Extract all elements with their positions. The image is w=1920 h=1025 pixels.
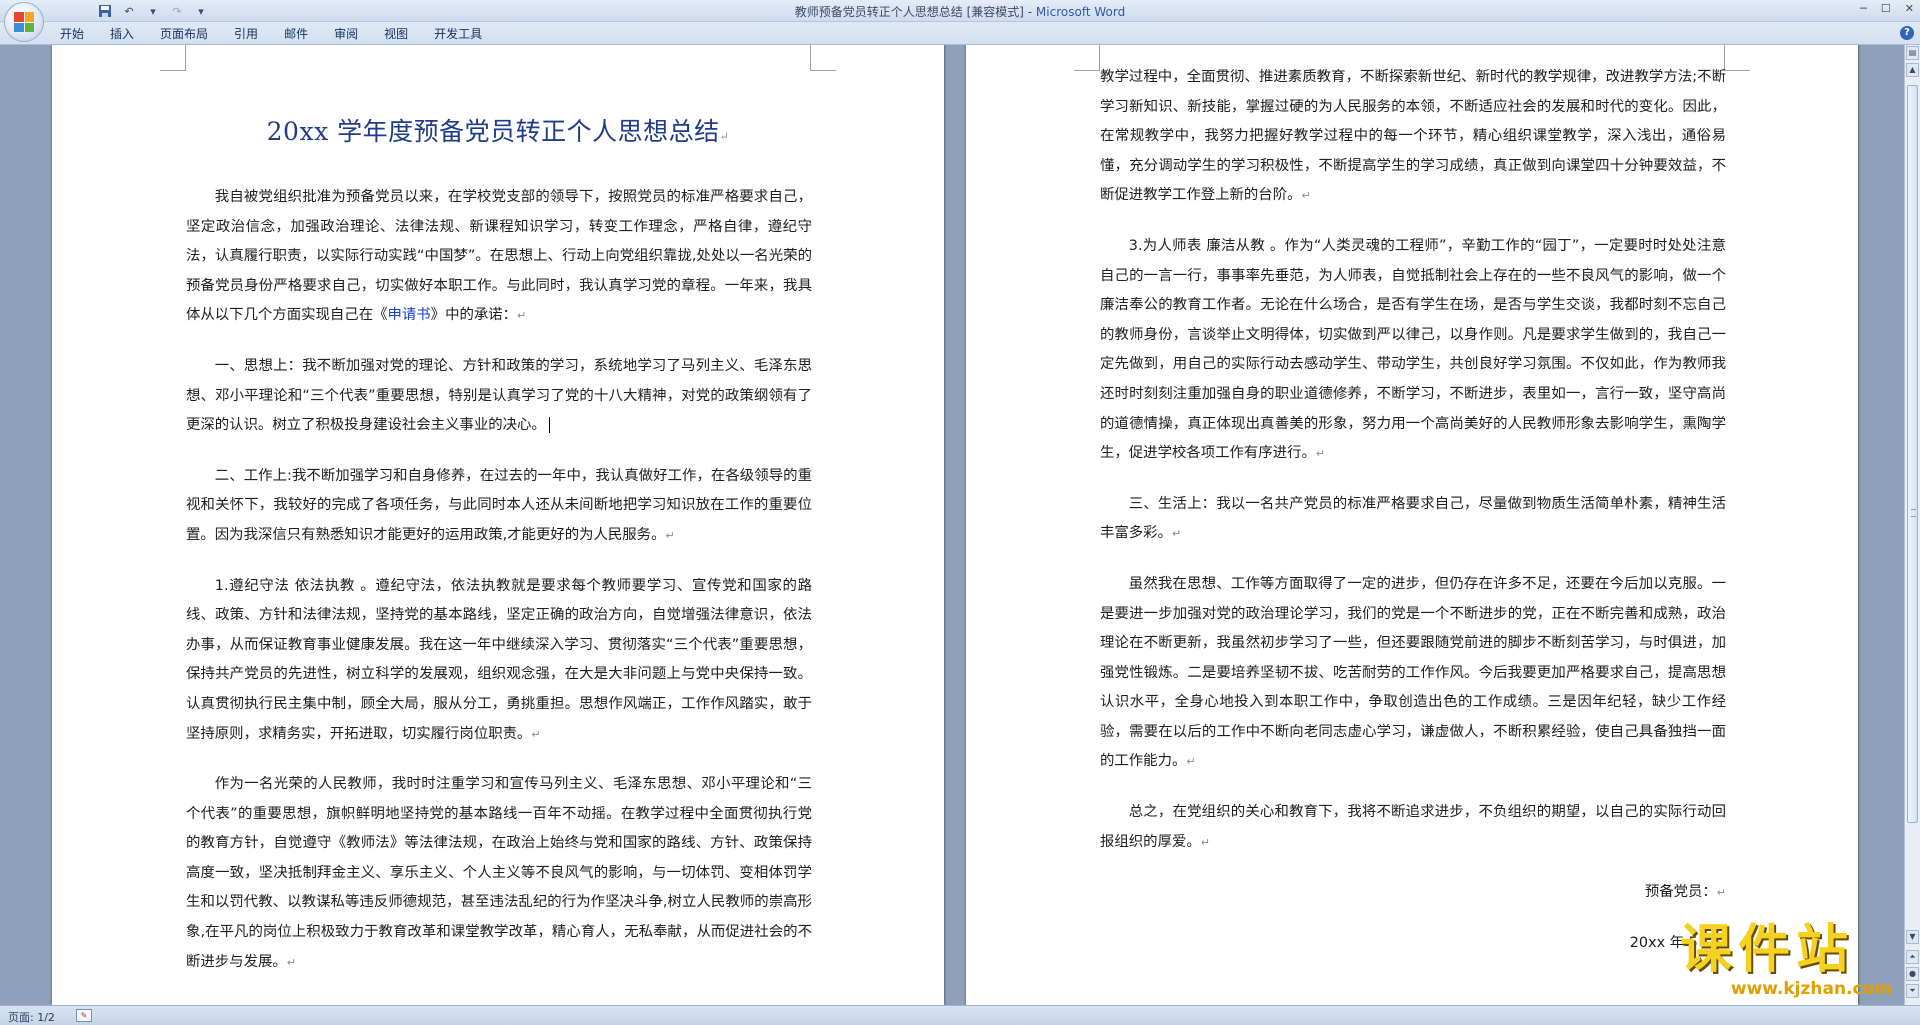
ruler-toggle-icon[interactable]: ▤: [1906, 46, 1919, 60]
ribbon-tab-bar: 开始 插入 页面布局 引用 邮件 审阅 视图 开发工具 ?: [0, 22, 1920, 45]
tab-review[interactable]: 审阅: [326, 26, 376, 42]
paragraph-text: 》中的承诺：: [430, 307, 518, 324]
page-2[interactable]: 教学过程中，全面贯彻、推进素质教育，不断探索新世纪、新时代的教学规律，改进教学方…: [966, 45, 1858, 1005]
office-logo-icon: [14, 12, 34, 32]
paragraph-mark: ↵: [665, 528, 675, 542]
page-count[interactable]: 页面: 1/2: [8, 1009, 55, 1025]
paragraph-text: 我自被党组织批准为预备党员以来，在学校党支部的领导下，按照党员的标准严格要求自己…: [186, 189, 812, 324]
status-bar: 页面: 1/2 ✎: [0, 1005, 1920, 1025]
office-button[interactable]: [4, 2, 44, 42]
paragraph-mark: ↵: [517, 309, 527, 323]
signature-label: 预备党员：: [1644, 884, 1717, 901]
help-icon[interactable]: ?: [1900, 26, 1914, 40]
tab-view[interactable]: 视图: [376, 26, 426, 42]
window-controls: ─ ☐ ✕: [1860, 2, 1914, 15]
paragraph: 作为一名光荣的人民教师，我时时注重学习和宣传马列主义、毛泽东思想、邓小平理论和“…: [186, 770, 812, 977]
paragraph: 教学过程中，全面贯彻、推进素质教育，不断探索新世纪、新时代的教学规律，改进教学方…: [1100, 63, 1726, 211]
paragraph: 总之，在党组织的关心和教育下，我将不断追求进步，不负组织的期望，以自己的实际行动…: [1100, 798, 1726, 857]
application-link[interactable]: 申请书: [387, 307, 430, 323]
document-title: 20xx 学年度预备党员转正个人思想总结↵: [192, 112, 804, 148]
paragraph-mark: ↵: [1716, 886, 1726, 900]
paragraph: 三、生活上：我以一名共产党员的标准严格要求自己，尽量做到物质生活简单朴素，精神生…: [1100, 490, 1726, 549]
kjzhan-watermark-logo: 课件站 www.kjzhan.com: [1680, 921, 1898, 1003]
tab-developer[interactable]: 开发工具: [426, 26, 500, 42]
scroll-thumb[interactable]: [1907, 85, 1918, 823]
paragraph: 1.遵纪守法 依法执教 。遵纪守法，依法执教就是要求每个教师要学习、宣传党和国家…: [186, 572, 812, 750]
watermark-url: www.kjzhan.com: [1730, 979, 1892, 999]
select-browse-object-icon[interactable]: ●: [1906, 967, 1919, 981]
document-name: 教师预备党员转正个人思想总结 [兼容模式] -: [794, 5, 1036, 19]
maximize-icon[interactable]: ☐: [1881, 2, 1891, 15]
right-page-body: 教学过程中，全面贯彻、推进素质教育，不断探索新世纪、新时代的教学规律，改进教学方…: [1100, 63, 1726, 979]
app-name: Microsoft Word: [1035, 5, 1126, 19]
tab-home[interactable]: 开始: [52, 26, 102, 42]
close-icon[interactable]: ✕: [1905, 2, 1914, 15]
paragraph-text: 教学过程中，全面贯彻、推进素质教育，不断探索新世纪、新时代的教学规律，改进教学方…: [1100, 69, 1726, 204]
margin-corner-mark: [810, 45, 836, 71]
paragraph: 虽然我在思想、工作等方面取得了一定的进步，但仍存在许多不足，还要在今后加以克服。…: [1100, 570, 1726, 777]
paragraph: 3.为人师表 廉洁从教 。作为“人类灵魂的工程师”，辛勤工作的“园丁”，一定要时…: [1100, 232, 1726, 469]
signature-line: 预备党员：↵: [1100, 878, 1726, 908]
date-line: 20xx 年 5 月↵: [1100, 929, 1726, 959]
document-workspace: 20xx 学年度预备党员转正个人思想总结↵ 我自被党组织批准为预备党员以来，在学…: [0, 45, 1904, 1005]
scroll-down-icon[interactable]: ▼: [1906, 930, 1919, 944]
paragraph-text: 二、工作上:我不断加强学习和自身修养，在过去的一年中，我认真做好工作，在各级领导…: [186, 467, 812, 543]
paragraph-text: 三、生活上：我以一名共产党员的标准严格要求自己，尽量做到物质生活简单朴素，精神生…: [1100, 495, 1726, 542]
margin-corner-mark: [160, 45, 186, 71]
margin-corner-mark: [1724, 45, 1750, 71]
text-cursor: [548, 417, 550, 434]
minimize-icon[interactable]: ─: [1860, 2, 1867, 15]
paragraph-mark: ↵: [286, 955, 296, 969]
paragraph-text: 作为一名光荣的人民教师，我时时注重学习和宣传马列主义、毛泽东思想、邓小平理论和“…: [186, 776, 812, 970]
left-page-body: 我自被党组织批准为预备党员以来，在学校党支部的领导下，按照党员的标准严格要求自己…: [186, 183, 812, 998]
scroll-up-icon[interactable]: ▲: [1906, 63, 1919, 77]
paragraph-text: 一、思想上：我不断加强对党的理论、方针和政策的学习，系统地学习了马列主义、毛泽东…: [186, 357, 812, 434]
paragraph-text: 总之，在党组织的关心和教育下，我将不断追求进步，不负组织的期望，以自己的实际行动…: [1100, 804, 1726, 850]
tab-insert[interactable]: 插入: [102, 26, 152, 42]
scroll-grip-icon: [1911, 509, 1916, 517]
paragraph-text: 虽然我在思想、工作等方面取得了一定的进步，但仍存在许多不足，还要在今后加以克服。…: [1100, 575, 1726, 770]
window-title: 教师预备党员转正个人思想总结 [兼容模式] - Microsoft Word: [0, 3, 1920, 20]
page-1[interactable]: 20xx 学年度预备党员转正个人思想总结↵ 我自被党组织批准为预备党员以来，在学…: [52, 45, 944, 1005]
paragraph-mark: ↵: [1301, 189, 1311, 203]
paragraph-mark: ↵: [719, 130, 730, 143]
paragraph: 一、思想上：我不断加强对党的理论、方针和政策的学习，系统地学习了马列主义、毛泽东…: [186, 352, 812, 441]
paragraph-mark: ↵: [1315, 447, 1326, 461]
paragraph-mark: ↵: [531, 727, 541, 741]
document-title-text: 20xx 学年度预备党员转正个人思想总结: [266, 117, 720, 146]
next-page-icon[interactable]: ⏷: [1906, 984, 1919, 998]
tab-references[interactable]: 引用: [226, 26, 276, 42]
paragraph-mark: ↵: [1186, 755, 1196, 769]
paragraph: 二、工作上:我不断加强学习和自身修养，在过去的一年中，我认真做好工作，在各级领导…: [186, 462, 812, 551]
paragraph-mark: ↵: [1171, 527, 1182, 541]
paragraph-text: 3.为人师表 廉洁从教 。作为“人类灵魂的工程师”，辛勤工作的“园丁”，一定要时…: [1100, 237, 1726, 462]
proofing-icon[interactable]: ✎: [76, 1009, 92, 1022]
margin-corner-mark: [1074, 45, 1100, 71]
paragraph-mark: ↵: [1200, 835, 1210, 849]
watermark-text: 课件站: [1680, 920, 1855, 980]
title-bar: ↶ ▾ ↷ ▾ 教师预备党员转正个人思想总结 [兼容模式] - Microsof…: [0, 0, 1920, 42]
tab-page-layout[interactable]: 页面布局: [152, 26, 226, 42]
vertical-scrollbar[interactable]: ▤ ▲ ▼ ⏶ ● ⏷: [1904, 45, 1920, 1005]
paragraph: 我自被党组织批准为预备党员以来，在学校党支部的领导下，按照党员的标准严格要求自己…: [186, 183, 812, 331]
previous-page-icon[interactable]: ⏶: [1906, 950, 1919, 964]
paragraph-text: 1.遵纪守法 依法执教 。遵纪守法，依法执教就是要求每个教师要学习、宣传党和国家…: [186, 577, 812, 742]
tab-mailings[interactable]: 邮件: [276, 26, 326, 42]
